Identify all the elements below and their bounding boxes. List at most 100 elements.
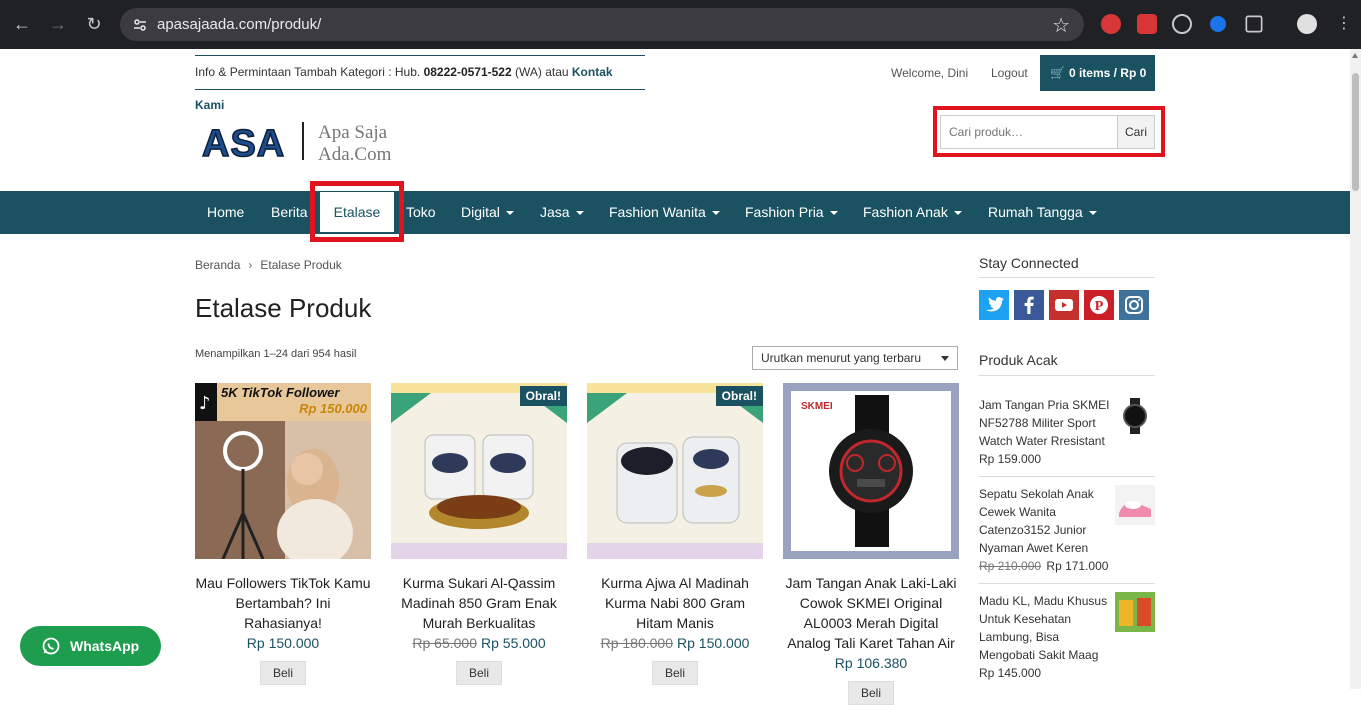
nav-home[interactable]: Home [207, 191, 244, 234]
nav-digital[interactable]: Digital [461, 191, 514, 234]
extensions-puzzle-icon[interactable] [1245, 15, 1263, 33]
random-product-thumb[interactable] [1115, 396, 1155, 436]
breadcrumb: Beranda › Etalase Produk [195, 258, 342, 272]
globe-extension-icon[interactable] [1172, 14, 1192, 34]
random-product-thumb[interactable] [1115, 592, 1155, 632]
cart-button[interactable]: 🛒 0 items / Rp 0 [1040, 55, 1155, 91]
breadcrumb-home[interactable]: Beranda [195, 258, 240, 272]
product-price: Rp 65.000 Rp 55.000 [391, 633, 567, 653]
nav-jasa-label: Jasa [540, 204, 570, 220]
top-info-bar: Info & Permintaan Tambah Kategori : Hub.… [195, 55, 645, 112]
extension-icon[interactable] [1137, 14, 1157, 34]
nav-rumah-tangga[interactable]: Rumah Tangga [988, 191, 1097, 234]
chevron-down-icon [505, 211, 514, 216]
cart-summary: 0 items / Rp 0 [1068, 66, 1147, 80]
etalase-highlight-box [310, 181, 404, 242]
buy-button[interactable]: Beli [260, 661, 306, 685]
pinterest-icon[interactable]: P [1084, 290, 1114, 320]
product-title[interactable]: Jam Tangan Anak Laki-Laki Cowok SKMEI Or… [783, 573, 959, 653]
chevron-down-icon [953, 211, 962, 216]
random-product-name[interactable]: Jam Tangan Pria SKMEI NF52788 Militer Sp… [979, 396, 1111, 450]
nav-fashion-pria[interactable]: Fashion Pria [745, 191, 838, 234]
product-price-current: Rp 55.000 [481, 635, 546, 651]
sort-select[interactable]: Urutkan menurut yang terbaru [752, 346, 958, 370]
whatsapp-button[interactable]: WhatsApp [20, 626, 161, 666]
extension-icon[interactable] [1210, 16, 1226, 32]
chevron-right-icon: › [248, 258, 253, 272]
main-nav: Home Berita Toko Digital Jasa Fashion Wa… [0, 191, 1350, 234]
divider [979, 277, 1155, 278]
back-icon[interactable]: ← [10, 12, 34, 36]
chevron-down-icon [575, 211, 584, 216]
random-product-name[interactable]: Madu KL, Madu Khusus Untuk Kesehatan Lam… [979, 592, 1111, 664]
buy-button[interactable]: Beli [652, 661, 698, 685]
site-info-icon[interactable] [132, 17, 148, 33]
svg-text:♪: ♪ [199, 393, 211, 414]
logout-link[interactable]: Logout [991, 66, 1028, 80]
url-text: apasajaada.com/produk/ [157, 16, 322, 33]
svg-text:Apa Saja: Apa Saja [318, 122, 388, 143]
twitter-icon[interactable] [979, 290, 1009, 320]
page-title: Etalase Produk [195, 293, 372, 323]
svg-text:P: P [1095, 299, 1104, 314]
random-product-price: Rp 159.000 [979, 452, 1042, 466]
chevron-down-icon [711, 211, 720, 216]
nav-toko[interactable]: Toko [406, 191, 436, 234]
random-product-name[interactable]: Sepatu Sekolah Anak Cewek Wanita Catenzo… [979, 485, 1111, 557]
product-image[interactable]: Obral! [587, 383, 763, 559]
nav-berita[interactable]: Berita [271, 191, 308, 234]
product-image[interactable]: Obral! [391, 383, 567, 559]
product-image[interactable]: SKMEI [783, 383, 959, 559]
address-bar[interactable]: apasajaada.com/produk/ ☆ [120, 8, 1084, 41]
breadcrumb-current: Etalase Produk [260, 258, 342, 272]
nav-jasa[interactable]: Jasa [540, 191, 584, 234]
scrollbar-thumb[interactable] [1352, 73, 1359, 191]
kurma-ajwa-image [587, 383, 763, 559]
buy-button[interactable]: Beli [456, 661, 502, 685]
chevron-down-icon [829, 211, 838, 216]
welcome-text: Welcome, Dini [891, 66, 969, 80]
extension-icon[interactable] [1101, 14, 1121, 34]
random-product-price-current: Rp 171.000 [1046, 559, 1109, 573]
divider [979, 583, 1155, 584]
svg-text:Ada.Com: Ada.Com [318, 144, 392, 165]
random-products-heading: Produk Acak [979, 352, 1058, 368]
svg-text:ASA: ASA [202, 123, 285, 165]
product-title[interactable]: Kurma Sukari Al-Qassim Madinah 850 Gram … [391, 573, 567, 633]
bookmark-star-icon[interactable]: ☆ [1052, 13, 1070, 38]
scroll-up-icon[interactable] [1352, 53, 1358, 58]
product-image[interactable]: ♪ 5K TikTok Follower Rp 150.000 [195, 383, 371, 559]
stay-connected-heading: Stay Connected [979, 255, 1079, 271]
browser-toolbar: ← → ↻ apasajaada.com/produk/ ☆ ⋮ [0, 0, 1361, 49]
random-product-thumb[interactable] [1115, 485, 1155, 525]
product-price-current: Rp 106.380 [834, 655, 908, 671]
random-product-item[interactable]: Sepatu Sekolah Anak Cewek Wanita Catenzo… [979, 485, 1155, 575]
product-card: ♪ 5K TikTok Follower Rp 150.000 Mau Foll… [195, 383, 371, 685]
product-title[interactable]: Kurma Ajwa Al Madinah Kurma Nabi 800 Gra… [587, 573, 763, 633]
forward-icon[interactable]: → [46, 12, 70, 36]
nav-digital-label: Digital [461, 204, 500, 220]
nav-rumah-tangga-label: Rumah Tangga [988, 204, 1083, 220]
instagram-icon[interactable] [1119, 290, 1149, 320]
nav-fashion-wanita[interactable]: Fashion Wanita [609, 191, 720, 234]
nav-fashion-wanita-label: Fashion Wanita [609, 204, 706, 220]
whatsapp-label: WhatsApp [70, 638, 140, 654]
reload-icon[interactable]: ↻ [82, 12, 106, 36]
random-product-item[interactable]: Madu KL, Madu Khusus Untuk Kesehatan Lam… [979, 592, 1155, 682]
facebook-icon[interactable] [1014, 290, 1044, 320]
product-title[interactable]: Mau Followers TikTok Kamu Bertambah? Ini… [195, 573, 371, 633]
product-price-current: Rp 150.000 [246, 635, 320, 651]
nav-fashion-anak-label: Fashion Anak [863, 204, 948, 220]
buy-button[interactable]: Beli [848, 681, 894, 705]
more-menu-icon[interactable]: ⋮ [1332, 12, 1356, 36]
site-logo[interactable]: ASA Apa Saja Ada.Com [200, 118, 405, 166]
promo-image-price: Rp 150.000 [299, 401, 367, 416]
product-price-old: Rp 65.000 [412, 635, 477, 651]
info-prefix: Info & Permintaan Tambah Kategori : Hub. [195, 65, 424, 79]
youtube-icon[interactable] [1049, 290, 1079, 320]
nav-fashion-anak[interactable]: Fashion Anak [863, 191, 962, 234]
profile-avatar[interactable] [1297, 14, 1317, 34]
page-scrollbar[interactable] [1350, 49, 1361, 689]
product-price: Rp 180.000 Rp 150.000 [587, 633, 763, 653]
random-product-item[interactable]: Jam Tangan Pria SKMEI NF52788 Militer Sp… [979, 396, 1155, 468]
